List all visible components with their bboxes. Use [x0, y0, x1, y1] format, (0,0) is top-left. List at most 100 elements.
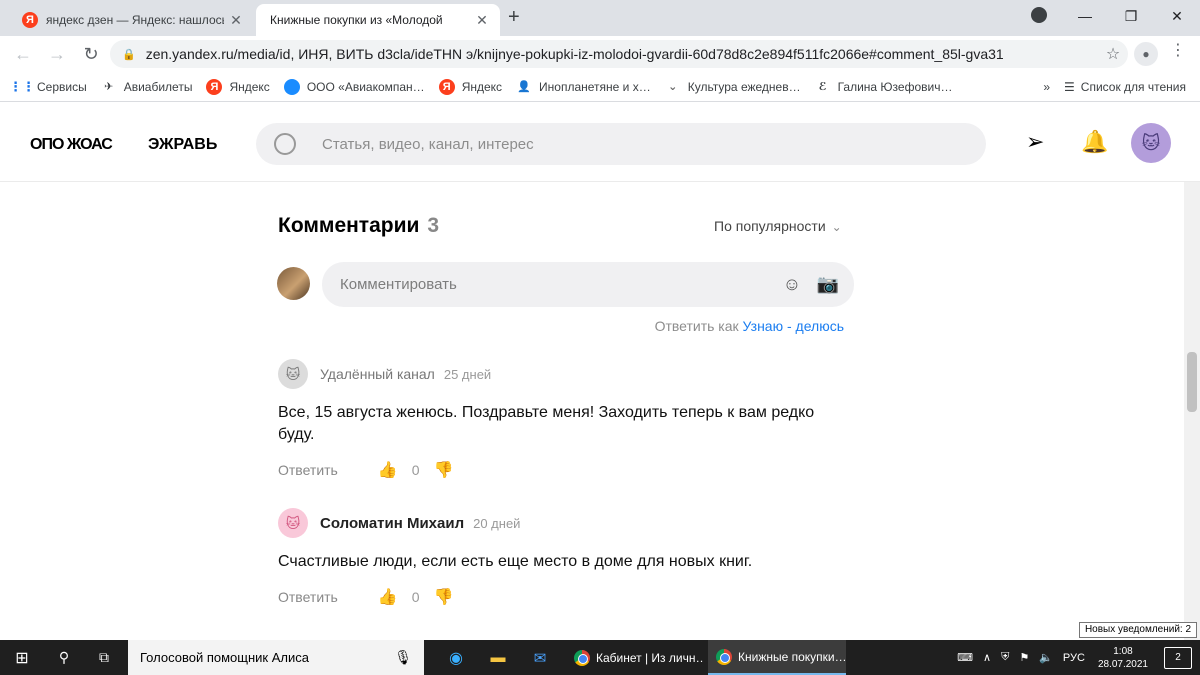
notification-center-icon[interactable]: 2 — [1164, 646, 1192, 669]
tray-expand-icon[interactable]: ∧ — [983, 651, 991, 664]
bookmarks-bar: ⋮⋮ Сервисы ✈ Авиабилеты Я Яндекс ООО «Ав… — [0, 72, 1200, 102]
bookmark-aviakompania[interactable]: ООО «Авиакомпан… — [283, 78, 425, 95]
comment-input[interactable] — [340, 276, 774, 293]
person-icon: 👤 — [517, 81, 531, 93]
bookmark-label: Галина Юзефович… — [837, 79, 953, 94]
comment-author[interactable]: Удалённый канал — [320, 366, 435, 382]
close-window-icon[interactable]: ✕ — [1154, 8, 1200, 25]
kebab-menu-icon[interactable]: ⋮ — [1168, 40, 1188, 60]
bookmark-galina[interactable]: ℰ Галина Юзефович… — [815, 79, 953, 95]
bookmark-inoplanetyane[interactable]: 👤 Инопланетяне и х… — [516, 79, 651, 95]
search-icon[interactable]: ⚲ — [44, 640, 84, 675]
tab-title: яндекс дзен — Яндекс: нашлось — [46, 13, 224, 27]
taskbar-search[interactable]: Голосовой помощник Алиса 🎙 — [128, 640, 424, 675]
reading-list-button[interactable]: Список для чтения — [1081, 80, 1186, 94]
profile-menu-icon[interactable] — [1016, 6, 1062, 26]
volume-icon[interactable]: 🔈 — [1039, 651, 1053, 664]
clock[interactable]: 1:08 28.07.2021 — [1098, 645, 1148, 671]
url-text: zen.yandex.ru/media/id, ИНЯ, ВИТЬ d3cla/… — [145, 46, 1004, 62]
like-count: 0 — [411, 462, 420, 478]
notification-tooltip: Новых уведомлений: 2 — [1079, 622, 1197, 638]
sort-dropdown[interactable]: По популярности ⌄ — [714, 218, 842, 234]
edge-icon[interactable]: ◉ — [436, 640, 476, 675]
notification-count: 2 — [1175, 652, 1181, 663]
deleted-channel-avatar[interactable]: 🐱 — [278, 359, 308, 389]
comment-box[interactable]: ☺ 📷 — [322, 262, 854, 307]
language-indicator[interactable]: РУС — [1063, 652, 1085, 664]
apps-grid-icon: ⋮⋮ — [9, 78, 35, 94]
bookmark-yandex-2[interactable]: Я Яндекс — [438, 78, 502, 95]
my-avatar — [277, 267, 310, 300]
bookmark-services[interactable]: ⋮⋮ Сервисы — [9, 78, 87, 95]
forward-arrow-icon[interactable]: → — [40, 44, 74, 65]
user-avatar[interactable]: 🐱 — [1131, 123, 1171, 163]
search-input[interactable] — [322, 135, 922, 153]
comment-text: Счастливые люди, если есть еще место в д… — [278, 553, 753, 570]
scrollbar-thumb[interactable] — [1187, 352, 1197, 412]
close-tab-icon[interactable]: ✕ — [470, 12, 494, 29]
windows-start-icon[interactable]: ⊞ — [0, 640, 44, 675]
comments-title-text: Комментарии — [278, 214, 420, 237]
camera-icon[interactable]: 📷 — [810, 274, 846, 295]
back-arrow-icon[interactable]: ← — [6, 44, 40, 65]
chevron-icon: ⌄ — [668, 81, 678, 93]
taskbar-app-chrome-active[interactable]: Книжные покупки… — [708, 640, 846, 675]
send-icon[interactable]: ➢ — [1026, 129, 1044, 155]
mail-icon[interactable]: ✉ — [520, 640, 560, 675]
comment-author[interactable]: Соломатин Михаил — [320, 515, 464, 532]
reply-button[interactable]: Ответить — [278, 589, 338, 605]
thumbs-up-icon[interactable]: 👍 — [378, 587, 398, 607]
new-tab-icon[interactable]: + — [508, 6, 520, 29]
reply-as: Ответить как Узнаю - делюсь — [655, 318, 844, 334]
sort-label: По популярности — [714, 218, 826, 234]
bookmark-label: Инопланетяне и х… — [539, 79, 651, 94]
thumbs-down-icon[interactable]: 👎 — [434, 460, 454, 480]
bell-icon[interactable]: 🔔 — [1081, 129, 1108, 155]
browser-tab-active[interactable]: Книжные покупки из «Молодой ✕ — [256, 4, 500, 36]
bookmark-yandex[interactable]: Я Яндекс — [206, 78, 270, 95]
clock-time: 1:08 — [1113, 645, 1133, 657]
windows-taskbar: ⊞ ⚲ ⧉ Голосовой помощник Алиса 🎙 ◉ ▬ ✉ К… — [0, 640, 1200, 675]
site-logo-left[interactable]: ОПО ЖОАС — [30, 136, 113, 154]
thumbs-down-icon[interactable]: 👎 — [434, 587, 454, 607]
comments-count: 3 — [427, 214, 440, 237]
search-icon — [274, 133, 296, 155]
search-bar[interactable] — [256, 123, 986, 165]
network-icon[interactable]: ⚑ — [1019, 651, 1029, 664]
shield-icon[interactable]: ⛨ — [1001, 651, 1009, 664]
keyboard-icon[interactable]: ⌨ — [957, 651, 973, 664]
task-view-icon[interactable]: ⧉ — [84, 640, 124, 675]
yandex-icon: Я — [438, 78, 455, 95]
bookmark-aviabilety[interactable]: ✈ Авиабилеты — [101, 79, 192, 95]
maximize-icon[interactable]: ❐ — [1108, 8, 1154, 25]
comments-title: Комментарии 3 — [278, 214, 439, 238]
file-explorer-icon[interactable]: ▬ — [478, 640, 518, 675]
more-bookmarks-button[interactable]: » — [1043, 80, 1050, 94]
omnibox[interactable]: 🔒 zen.yandex.ru/media/id, ИНЯ, ВИТЬ d3cl… — [110, 40, 1128, 68]
author-avatar[interactable]: 🐱 — [278, 508, 308, 538]
browser-titlebar: Я яндекс дзен — Яндекс: нашлось ✕ Книжны… — [0, 0, 1200, 36]
bookmark-label: Яндекс — [229, 79, 270, 94]
reply-button[interactable]: Ответить — [278, 462, 338, 478]
browser-tab-yandex-search[interactable]: Я яндекс дзен — Яндекс: нашлось ✕ — [8, 4, 254, 36]
comment-item: 🐱 Удалённый канал 25 дней Все, 15 август… — [278, 358, 854, 480]
microphone-icon[interactable]: 🎙 — [394, 649, 412, 666]
comment-date: 25 дней — [443, 366, 492, 382]
close-tab-icon[interactable]: ✕ — [224, 12, 248, 29]
site-logo-right[interactable]: ЭЖРАВЬ — [148, 136, 217, 154]
taskbar-app-chrome-kabinet[interactable]: Кабинет | Из личн… — [566, 640, 704, 675]
reply-as-prefix: Ответить как — [654, 318, 739, 334]
taskbar-app-label: Книжные покупки… — [738, 649, 846, 664]
reply-as-channel-link[interactable]: Узнаю - делюсь — [743, 318, 844, 334]
emoji-icon[interactable]: ☺ — [774, 274, 810, 295]
bookmark-star-icon[interactable]: ☆ — [1098, 44, 1128, 64]
reading-list-icon: ☰ — [1064, 80, 1075, 94]
bookmark-kultura[interactable]: ⌄ Культура ежеднев… — [665, 79, 800, 95]
reload-icon[interactable]: ↻ — [74, 44, 108, 65]
thumbs-up-icon[interactable]: 👍 — [378, 460, 398, 480]
bookmark-label: Сервисы — [37, 79, 87, 94]
minimize-icon[interactable]: — — [1062, 8, 1108, 24]
bookmarks-right: » ☰ Список для чтения — [1043, 72, 1186, 102]
account-icon[interactable]: ● — [1134, 42, 1158, 66]
g-logo-icon: ℰ — [818, 81, 827, 93]
